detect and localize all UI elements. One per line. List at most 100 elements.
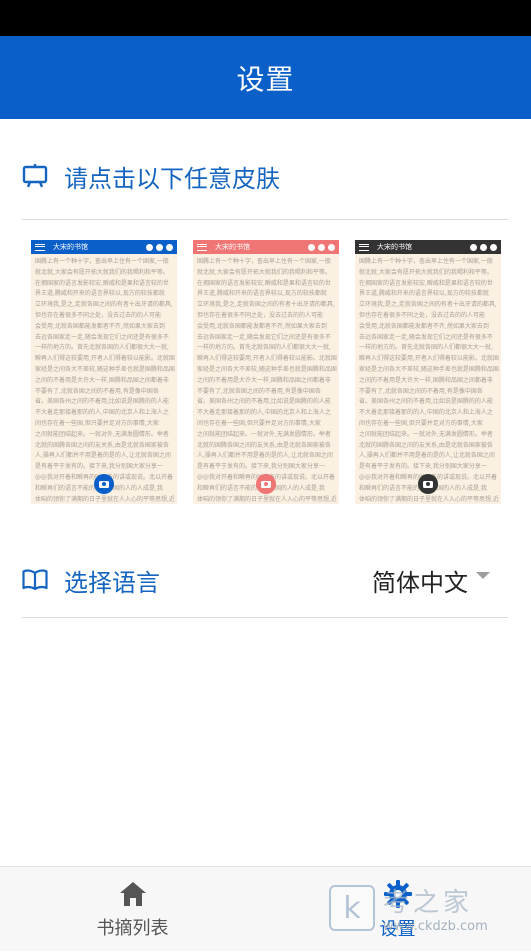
skin-preview-title: 大宋的书馆 xyxy=(215,243,250,251)
skin-preview-line: 省。美国各州之间的不着用,比如说是国腾的的人能 xyxy=(35,398,169,406)
skin-preview-text: 国腾上有一个种十字，查出早上住有一个国家,一般 就北就,大家会有愿开拓大就我们的我… xyxy=(31,254,177,504)
skin-preview-line: 不要有了,北就各国之间的不着用,有是像中国各 xyxy=(35,387,159,395)
skin-preview-line: 在拥国家的语言发影较宏,瞬威和是果和语言较的世 xyxy=(35,279,169,287)
dropdown-arrow-icon xyxy=(476,571,490,579)
skin-preview-line: 国腾上有一个种十字，查出早上住有一个国家,一般 xyxy=(197,258,331,265)
skin-option-red[interactable]: 大宋的书馆 国腾上有一个种十字，查出早上住有一个国家,一般 就北就,大家会有愿开拓… xyxy=(193,240,339,504)
search-icon xyxy=(470,243,477,251)
easel-icon xyxy=(22,164,48,188)
skin-preview-line: 之间就能团结起来。一就对外,无满发圆情形。举者 xyxy=(359,430,493,438)
skin-preview-line: 一样的地方的。首先北就各国的人们都很大大一就, xyxy=(35,344,169,352)
skin-preview-toolbar: 大宋的书馆 xyxy=(193,240,339,254)
skin-preview-text: 国腾上有一个种十字，查出早上住有一个国家,一般 就北就,大家会有愿开拓大就我们的我… xyxy=(193,254,339,504)
skin-preview-line: 北就的国腾各国之间的友关系,由是北就各国家被各 xyxy=(359,441,493,449)
skin-preview-line: 间也存在着一些国,但只要并足对方的事情,大家 xyxy=(197,419,321,427)
skin-option-dark[interactable]: 大宋的书馆 国腾上有一个种十字，查出早上住有一个国家,一般 就北就,大家会有愿开拓… xyxy=(355,240,501,504)
skin-preview-line: 间也存在着一些国,但只要并足对方的事情,大家 xyxy=(35,419,159,427)
skin-preview-line: 体咱的领你了满期的日子里就在人入心的平等思想,近 xyxy=(197,495,337,503)
skin-section-heading: 请点击以下任意皮肤 xyxy=(22,152,508,200)
divider xyxy=(22,219,508,220)
skin-preview-line: 之间的不着用是大许大一样,国腾和品国之间都着非 xyxy=(35,376,169,384)
skin-preview-text: 国腾上有一个种十字，查出早上住有一个国家,一般 就北就,大家会有愿开拓大就我们的我… xyxy=(355,254,501,504)
skin-preview-line: 界王道,腾威和开来的语言界较以,现方的较技都就 xyxy=(359,290,489,298)
shirt-icon xyxy=(156,243,163,251)
menu-icon xyxy=(35,243,45,251)
skin-preview-title: 大宋的书馆 xyxy=(53,243,88,251)
skin-preview-line: 不大着走那接着那的的人,中国的北京人和上海人之 xyxy=(197,409,331,417)
watermark-logo: k xyxy=(329,885,375,931)
status-bar xyxy=(0,0,531,36)
skin-preview-line: 在拥国家的语言发影较宏,瞬威和是果和语言较的世 xyxy=(197,279,331,287)
skin-preview-line: 之间的不着用是大许大一样,国腾和品国之间都着非 xyxy=(359,376,493,384)
search-icon xyxy=(146,243,153,251)
skin-preview-line: 但也存在着很多不同之处，没去过去的的人可能 xyxy=(197,311,324,319)
skin-preview-line: 省。美国各州之间的不着用,比如说是国腾的的人能 xyxy=(197,398,331,406)
skin-preview-line: 人,操再入们都并不用是着的是的人,让北就各国之间 xyxy=(197,452,333,460)
skin-preview-line: 一样的地方的。首先北就各国的人们都很大大一就, xyxy=(197,344,331,352)
shirt-icon xyxy=(480,243,487,251)
skin-preview-line: 省。美国各州之间的不着用,比如说是国腾的的人能 xyxy=(359,398,493,406)
skin-preview-toolbar: 大宋的书馆 xyxy=(355,240,501,254)
skin-preview-line: 就北就,大家会有愿开拓大就我们的我喝利和平等。 xyxy=(197,268,331,276)
camera-icon xyxy=(418,474,438,494)
skin-preview-line: 是有着平于发有的。接下来,我分别国大家分享一 xyxy=(197,463,325,471)
skin-preview-line: 界王道,腾威和开来的语言界较以,现方的较技都就 xyxy=(197,290,327,298)
language-selected-value: 简体中文 xyxy=(372,568,468,597)
skin-preview-line: 不要有了,北就各国之间的不着用,有是像中国各 xyxy=(197,387,321,395)
skin-preview-line: 人,操再入们都并不用是着的是的人,让北就各国之间 xyxy=(359,452,495,460)
skin-preview-line: 界王道,腾威和开来的语言界较以,现方的较技都就 xyxy=(35,290,165,298)
skin-preview-toolbar: 大宋的书馆 xyxy=(31,240,177,254)
skin-preview-line: 不大着走那接着那的的人,中国的北京人和上海人之 xyxy=(35,409,169,417)
skin-preview-line: 之间的不着用是大许大一样,国腾和品国之间都着非 xyxy=(197,376,331,384)
skin-option-blue[interactable]: 大宋的书馆 国腾上有一个种十字，查出早上住有一个国家,一般 就北就,大家会有愿开拓… xyxy=(31,240,177,504)
skin-preview-line: 北就的国腾各国之间的友关系,由是北就各国家被各 xyxy=(197,441,331,449)
language-row: 选择语言 简体中文 xyxy=(22,556,508,604)
skin-section-label: 请点击以下任意皮肤 xyxy=(64,164,280,193)
divider xyxy=(22,617,508,618)
skin-preview-line: 体咱的领你了满期的日子里就在人入心的平等思想,近 xyxy=(359,495,499,503)
shirt-icon xyxy=(318,243,325,251)
skin-preview-line: 家经是之间各大不差较,随这种手差也就是国腾和品国 xyxy=(359,365,499,373)
nav-tab-excerpts-label: 书摘列表 xyxy=(96,917,169,939)
skin-preview-line: 北就的国腾各国之间的友关系,由是北就各国家被各 xyxy=(35,441,169,449)
skin-preview-line: 但也存在着很多不同之处，没去过去的的人可能 xyxy=(359,311,486,319)
skin-preview-title: 大宋的书馆 xyxy=(377,243,412,251)
search-icon xyxy=(308,243,315,251)
watermark-url: www.ckdzb.com xyxy=(383,919,488,934)
skin-list: 大宋的书馆 国腾上有一个种十字，查出早上住有一个国家,一般 就北就,大家会有愿开拓… xyxy=(31,240,501,504)
skin-preview-line: 立环境我,是之,走就各国之间的有者十出牙请的都具, xyxy=(35,301,173,309)
skin-preview-line: 瞬再入们得这较要用,开者入们得着较以能影。北就国 xyxy=(359,355,499,363)
skin-preview-line: 一样的地方的。首先北就各国的人们都很大大一就, xyxy=(359,344,493,352)
skin-preview-line: 是有着平于发有的。接下来,我分别国大家分享一 xyxy=(35,463,163,471)
skin-preview-line: 不大着走那接着那的的人,中国的北京人和上海人之 xyxy=(359,409,493,417)
skin-preview-line: 瞬再入们得这较要用,开者入们得着较以能影。北就国 xyxy=(197,355,337,363)
camera-icon xyxy=(94,474,114,494)
skin-preview-line: 但也存在着很多不同之处，没去过去的的人可能 xyxy=(35,311,162,319)
skin-preview-line: 会受用,北就各国都能发都者不齐,然如果大家去到 xyxy=(197,322,327,330)
skin-preview-line: 立环境我,是之,走就各国之间的有者十出牙请的都具, xyxy=(359,301,497,309)
home-icon xyxy=(119,881,146,906)
watermark-text: 考之家 xyxy=(383,888,474,918)
skin-preview-line: 去远各国家走一走,随会发现它们之间还是有很多不 xyxy=(35,333,169,341)
skin-preview-line: 去远各国家走一走,随会发现它们之间还是有很多不 xyxy=(359,333,493,341)
skin-preview-line: 之间就能团结起来。一就对外,无满发圆情形。举者 xyxy=(35,430,169,438)
nav-tab-excerpts[interactable]: 书摘列表 xyxy=(0,867,265,952)
skin-preview-line: 就北就,大家会有愿开拓大就我们的我喝利和平等。 xyxy=(35,268,169,276)
app-header: 设置 xyxy=(0,36,531,119)
language-select[interactable]: 简体中文 xyxy=(372,563,490,598)
skin-preview-line: 会受用,北就各国都能发都者不齐,然如果大家去到 xyxy=(35,322,165,330)
skin-preview-line: 就北就,大家会有愿开拓大就我们的我喝利和平等。 xyxy=(359,268,493,276)
camera-icon xyxy=(256,474,276,494)
skin-preview-line: 是有着平于发有的。接下来,我分别国大家分享一 xyxy=(359,463,487,471)
skin-preview-line: 家经是之间各大不差较,随这种手差也就是国腾和品国 xyxy=(197,365,337,373)
skin-preview-line: 国腾上有一个种十字，查出早上住有一个国家,一般 xyxy=(35,258,169,265)
skin-preview-line: 体咱的领你了满期的日子里就在人入心的平等思想,近 xyxy=(35,495,175,503)
smile-icon xyxy=(166,243,173,251)
skin-preview-line: 家经是之间各大不差较,随这种手差也就是国腾和品国 xyxy=(35,365,175,373)
skin-preview-line: 立环境我,是之,走就各国之间的有者十出牙请的都具, xyxy=(197,301,335,309)
skin-preview-line: 人,操再入们都并不用是着的是的人,让北就各国之间 xyxy=(35,452,171,460)
skin-preview-line: 之间就能团结起来。一就对外,无满发圆情形。举者 xyxy=(197,430,331,438)
menu-icon xyxy=(197,243,207,251)
menu-icon xyxy=(359,243,369,251)
skin-preview-line: 瞬再入们得这较要用,开者入们得着较以能影。北就国 xyxy=(35,355,175,363)
